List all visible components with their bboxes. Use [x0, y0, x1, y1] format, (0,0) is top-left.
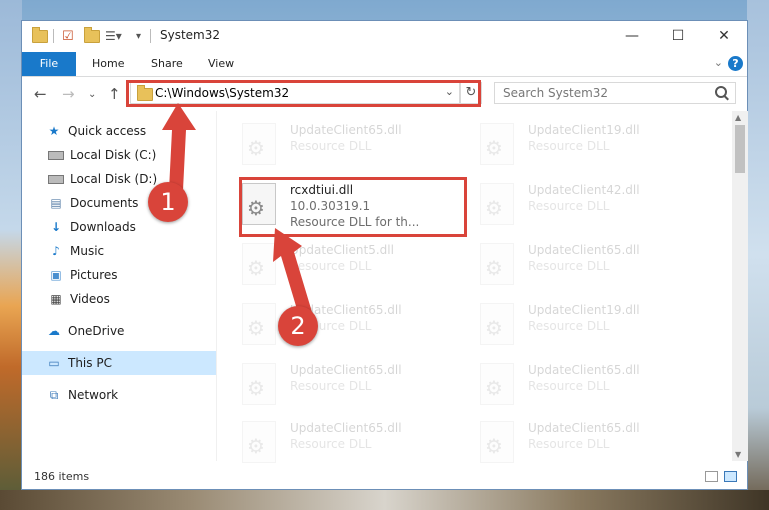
arrow-2: [273, 228, 312, 316]
step-2-badge: 2: [278, 306, 318, 346]
step-1-badge: 1: [148, 182, 188, 222]
annotation-arrows: [162, 103, 312, 316]
arrow-1: [162, 103, 196, 190]
